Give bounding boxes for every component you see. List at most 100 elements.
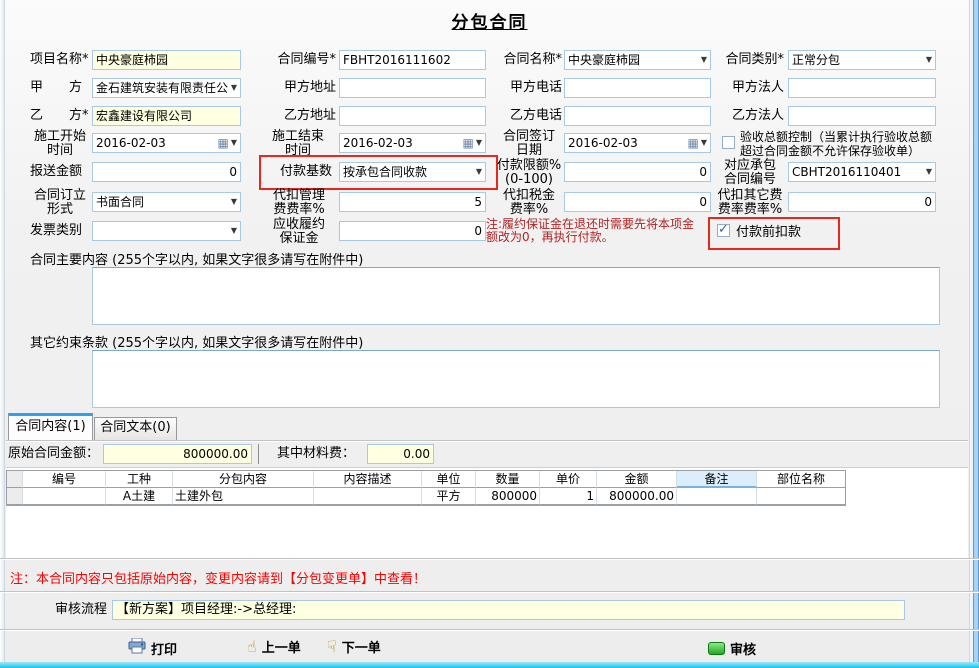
- cell-price[interactable]: 1: [540, 488, 597, 505]
- contract-name-label: 合同名称*: [496, 50, 562, 70]
- material-fee-input[interactable]: 0.00: [367, 444, 434, 464]
- cell-number[interactable]: [23, 488, 106, 505]
- chevron-down-icon[interactable]: ▼: [924, 51, 932, 69]
- party-b-address-input[interactable]: [339, 106, 486, 126]
- report-amount-label: 报送金额: [30, 162, 90, 182]
- printer-icon: [128, 638, 146, 658]
- report-amount-input[interactable]: 0: [92, 162, 241, 182]
- chevron-down-icon[interactable]: ▼: [924, 163, 932, 181]
- acceptance-control-checkbox[interactable]: [722, 136, 735, 149]
- col-header-unit[interactable]: 单位: [422, 471, 476, 488]
- contract-type-label: 合同类别*: [716, 50, 784, 70]
- cell-remark[interactable]: [677, 488, 757, 505]
- prepay-deduct-checkbox[interactable]: ✓: [717, 224, 730, 237]
- next-record-label: 下一单: [342, 637, 381, 656]
- party-b-input[interactable]: 宏鑫建设有限公司: [92, 106, 241, 126]
- deposit-input[interactable]: 0: [339, 221, 486, 241]
- main-content-textarea[interactable]: [92, 267, 940, 325]
- invoice-type-select[interactable]: ▼: [92, 221, 241, 241]
- chevron-down-icon[interactable]: ▼: [476, 134, 482, 152]
- other-terms-textarea[interactable]: [92, 350, 940, 408]
- col-header-amount[interactable]: 金额: [597, 471, 677, 488]
- chevron-down-icon[interactable]: ▼: [699, 51, 707, 69]
- other-fee-rate-input[interactable]: 0: [788, 192, 936, 212]
- cell-content[interactable]: 土建外包: [173, 488, 314, 505]
- chevron-down-icon[interactable]: ▼: [229, 193, 237, 211]
- deposit-note: 注:履约保证金在退还时需要先将本项金 额改为0，再执行付款。: [486, 218, 718, 244]
- next-record-button[interactable]: ☟ 下一单: [327, 637, 381, 656]
- contract-name-select[interactable]: 中央豪庭柿园▼: [564, 50, 711, 70]
- page-title: 分包合同: [0, 8, 979, 33]
- check-icon: ✓: [718, 222, 729, 237]
- col-header-part[interactable]: 部位名称: [757, 471, 845, 488]
- party-a-legal-input[interactable]: [788, 78, 936, 98]
- contract-form-select[interactable]: 书面合同▼: [92, 192, 241, 212]
- col-header-price[interactable]: 单价: [540, 471, 597, 488]
- start-date-picker[interactable]: 2016-02-03▦▼: [92, 133, 241, 153]
- col-header-content[interactable]: 分包内容: [173, 471, 314, 488]
- main-content-label: 合同主要内容 (255个字以内, 如果文字很多请写在附件中): [30, 249, 363, 268]
- table-row[interactable]: A土建 土建外包 平方 800000 1 800000.00: [7, 488, 845, 505]
- mgmt-fee-rate-input[interactable]: 5: [339, 192, 486, 212]
- cell-part[interactable]: [757, 488, 845, 505]
- contract-no-input[interactable]: FBHT2016111602: [339, 50, 486, 70]
- window-left-border: [0, 0, 5, 663]
- table-header-row: 编号 工种 分包内容 内容描述 单位 数量 单价 金额 备注 部位名称: [7, 471, 845, 488]
- calendar-icon[interactable]: ▦: [218, 134, 229, 152]
- contract-items-table: 编号 工种 分包内容 内容描述 单位 数量 单价 金额 备注 部位名称 A土建 …: [6, 470, 846, 506]
- contract-type-select[interactable]: 正常分包▼: [788, 50, 936, 70]
- cell-quantity[interactable]: 800000: [476, 488, 540, 505]
- cell-unit[interactable]: 平方: [422, 488, 476, 505]
- party-a-address-input[interactable]: [339, 78, 486, 98]
- party-b-label: 乙 方*: [30, 106, 92, 126]
- chevron-down-icon[interactable]: ▼: [229, 79, 237, 97]
- end-date-label: 施工结束 时间: [262, 130, 334, 158]
- contract-no-label: 合同编号*: [258, 50, 336, 70]
- original-amount-input[interactable]: 800000.00: [103, 444, 252, 464]
- chevron-down-icon[interactable]: ▼: [474, 163, 482, 181]
- end-date-picker[interactable]: 2016-02-03▦▼: [339, 133, 486, 153]
- chevron-down-icon[interactable]: ▼: [701, 134, 707, 152]
- note-strip-divider: [0, 558, 979, 559]
- project-name-input[interactable]: 中央豪庭柿园: [92, 50, 241, 70]
- party-a-phone-input[interactable]: [564, 78, 711, 98]
- payment-base-select[interactable]: 按承包合同收款▼: [339, 162, 486, 182]
- party-b-legal-input[interactable]: [788, 106, 936, 126]
- party-b-legal-label: 乙方法人: [716, 106, 784, 126]
- payment-limit-input[interactable]: 0: [564, 162, 711, 182]
- party-a-select[interactable]: 金石建筑安装有限责任公司▼: [92, 78, 241, 98]
- sign-date-label: 合同签订 日期: [496, 130, 562, 158]
- chevron-down-icon[interactable]: ▼: [229, 222, 237, 240]
- tab-contract-text[interactable]: 合同文本(0): [94, 417, 177, 440]
- calendar-icon[interactable]: ▦: [688, 134, 699, 152]
- col-header-number[interactable]: 编号: [23, 471, 106, 488]
- previous-record-button[interactable]: ☝ 上一单: [247, 637, 301, 656]
- party-b-phone-input[interactable]: [564, 106, 711, 126]
- other-terms-label: 其它约束条款 (255个字以内, 如果文字很多请写在附件中): [30, 332, 363, 351]
- previous-record-label: 上一单: [262, 637, 301, 656]
- print-button[interactable]: 打印: [128, 638, 177, 658]
- row-selector[interactable]: [7, 488, 23, 505]
- tab-divider: [6, 440, 968, 441]
- tab-contract-content[interactable]: 合同内容(1): [8, 413, 93, 440]
- cell-amount[interactable]: 800000.00: [597, 488, 677, 505]
- approval-flow-input[interactable]: 【新方案】项目经理:->总经理:: [112, 600, 905, 620]
- window-right-border: [969, 0, 979, 663]
- calendar-icon[interactable]: ▦: [463, 134, 474, 152]
- tax-rate-input[interactable]: 0: [564, 192, 711, 212]
- chevron-down-icon[interactable]: ▼: [231, 134, 237, 152]
- col-header-description[interactable]: 内容描述: [314, 471, 422, 488]
- mgmt-fee-rate-label: 代扣管理 费费率%: [266, 189, 332, 217]
- row-selector-header: [7, 471, 23, 488]
- ref-contract-select[interactable]: CBHT2016110401▼: [788, 162, 936, 182]
- cell-worktype[interactable]: A土建: [106, 488, 173, 505]
- sign-date-picker[interactable]: 2016-02-03▦▼: [564, 133, 711, 153]
- cell-description[interactable]: [314, 488, 422, 505]
- approval-flow-label: 审核流程: [55, 600, 110, 620]
- col-header-worktype[interactable]: 工种: [106, 471, 173, 488]
- subcontract-form-window: 分包合同 项目名称* 中央豪庭柿园 合同编号* FBHT2016111602 合…: [0, 0, 979, 668]
- col-header-quantity[interactable]: 数量: [476, 471, 540, 488]
- party-b-address-label: 乙方地址: [258, 106, 336, 126]
- col-header-remark[interactable]: 备注: [677, 471, 757, 488]
- audit-button[interactable]: 审核: [708, 639, 756, 658]
